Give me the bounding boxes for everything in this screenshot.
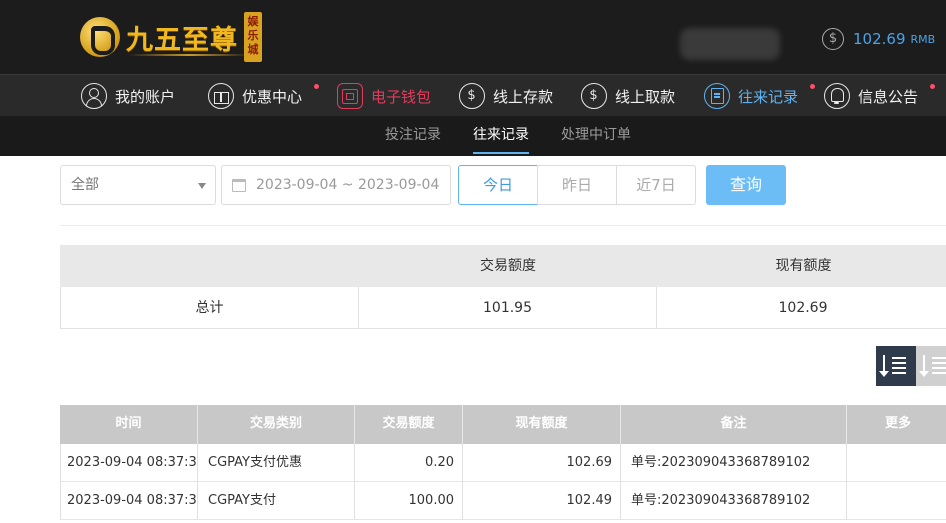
balance-unit: RMB — [910, 32, 936, 46]
nav-label: 线上存款 — [493, 87, 554, 106]
cell-time: 2023-09-04 08:37:36 — [60, 444, 198, 482]
summary-current-total: 102.69 — [657, 287, 946, 329]
sub-nav: 投注记录 往来记录 处理中订单 — [0, 116, 946, 156]
summary-header-cell: 现有额度 — [775, 258, 832, 274]
tab-transaction-records[interactable]: 往来记录 — [473, 116, 529, 156]
date-range-input[interactable]: 2023-09-04 ~ 2023-09-04 — [221, 165, 451, 205]
wallet-icon — [337, 83, 363, 109]
dollar-circle-icon: $ — [822, 28, 844, 50]
category-select[interactable]: 全部 — [60, 165, 216, 205]
sort-bars-icon — [932, 357, 946, 359]
cell-note: 单号:202309043368789102 — [621, 444, 847, 482]
cell-more[interactable] — [847, 444, 946, 482]
cell-amount: 0.20 — [355, 444, 463, 482]
nav-item-account[interactable]: 我的账户 — [81, 82, 175, 110]
summary-header-row: 交易额度 现有额度 — [60, 245, 946, 287]
column-header-time: 时间 — [60, 405, 198, 444]
nav-label: 电子钱包 — [371, 87, 432, 106]
tab-bet-records[interactable]: 投注记录 — [385, 116, 441, 156]
column-header-note: 备注 — [621, 405, 847, 444]
query-button[interactable]: 查询 — [706, 165, 786, 205]
summary-total-row: 总计 101.95 102.69 — [60, 287, 946, 329]
nav-item-promotions[interactable]: 优惠中心 — [208, 82, 319, 110]
transaction-table: 时间 交易类别 交易额度 现有额度 备注 更多 2023-09-04 08:37… — [60, 405, 946, 520]
nav-label: 信息公告 — [858, 87, 919, 106]
divider — [60, 225, 946, 226]
summary-header-cell: 交易额度 — [480, 258, 536, 274]
logo-text: 九五至尊 — [126, 24, 238, 56]
calendar-icon — [232, 179, 246, 192]
cell-balance: 102.49 — [463, 482, 621, 520]
nav-label: 我的账户 — [115, 87, 176, 106]
balance-value: 102.69 — [853, 30, 906, 48]
column-header-balance: 现有额度 — [463, 405, 621, 444]
deposit-icon — [459, 83, 485, 109]
table-header-row: 时间 交易类别 交易额度 现有额度 备注 更多 — [60, 405, 946, 444]
account-balance: $ 102.69 RMB — [822, 28, 935, 50]
column-header-amount: 交易额度 — [355, 405, 463, 444]
column-header-more: 更多 — [847, 405, 946, 444]
withdraw-icon — [581, 83, 607, 109]
summary-header-cell — [60, 245, 359, 287]
nav-label: 往来记录 — [738, 87, 799, 106]
sort-descending-button[interactable] — [876, 346, 916, 386]
date-range-value: 2023-09-04 ~ 2023-09-04 — [256, 177, 440, 193]
cell-balance: 102.69 — [463, 444, 621, 482]
column-header-type: 交易类别 — [198, 405, 355, 444]
top-header: 九五至尊 娱乐城 $ 102.69 RMB — [0, 0, 946, 74]
category-select-value: 全部 — [71, 177, 99, 193]
nav-label: 线上取款 — [615, 87, 676, 106]
range-7days-button[interactable]: 近7日 — [616, 165, 696, 205]
record-icon — [704, 83, 730, 109]
nav-item-wallet[interactable]: 电子钱包 — [337, 82, 431, 110]
cell-type: CGPAY支付优惠 — [198, 444, 355, 482]
gift-icon — [208, 83, 234, 109]
sort-arrow-icon — [879, 355, 889, 377]
summary-table: 交易额度 现有额度 总计 101.95 102.69 — [60, 245, 946, 329]
cell-note: 单号:202309043368789102 — [621, 482, 847, 520]
nav-item-withdraw[interactable]: 线上取款 — [581, 82, 675, 110]
sort-ascending-button[interactable] — [916, 346, 946, 386]
summary-transaction-total: 101.95 — [359, 287, 657, 329]
nav-item-notices[interactable]: 信息公告 — [824, 82, 935, 110]
notification-dot — [314, 84, 319, 89]
bell-icon — [824, 83, 850, 109]
cell-more[interactable] — [847, 482, 946, 520]
summary-row-label: 总计 — [60, 287, 359, 329]
table-row: 2023-09-04 08:37:36 CGPAY支付 100.00 102.4… — [60, 482, 946, 520]
sort-bars-icon — [892, 357, 906, 359]
sort-arrow-icon — [919, 355, 929, 377]
nav-item-records[interactable]: 往来记录 — [704, 82, 815, 110]
table-row: 2023-09-04 08:37:36 CGPAY支付优惠 0.20 102.6… — [60, 444, 946, 482]
cell-type: CGPAY支付 — [198, 482, 355, 520]
nav-label: 优惠中心 — [242, 87, 303, 106]
chevron-down-icon — [198, 183, 206, 189]
user-icon — [81, 83, 107, 109]
notification-dot — [810, 84, 815, 89]
tab-pending-orders[interactable]: 处理中订单 — [561, 116, 631, 156]
logo-underline — [128, 54, 250, 56]
cell-time: 2023-09-04 08:37:36 — [60, 482, 198, 520]
main-nav: 我的账户 优惠中心 电子钱包 线上存款 线上取款 往来记录 信息公告 — [0, 74, 946, 116]
nav-item-deposit[interactable]: 线上存款 — [459, 82, 553, 110]
notification-dot — [930, 84, 935, 89]
range-today-button[interactable]: 今日 — [458, 165, 538, 205]
range-yesterday-button[interactable]: 昨日 — [537, 165, 617, 205]
cell-amount: 100.00 — [355, 482, 463, 520]
logo-emblem-icon — [80, 17, 120, 57]
blurred-username — [680, 28, 780, 60]
